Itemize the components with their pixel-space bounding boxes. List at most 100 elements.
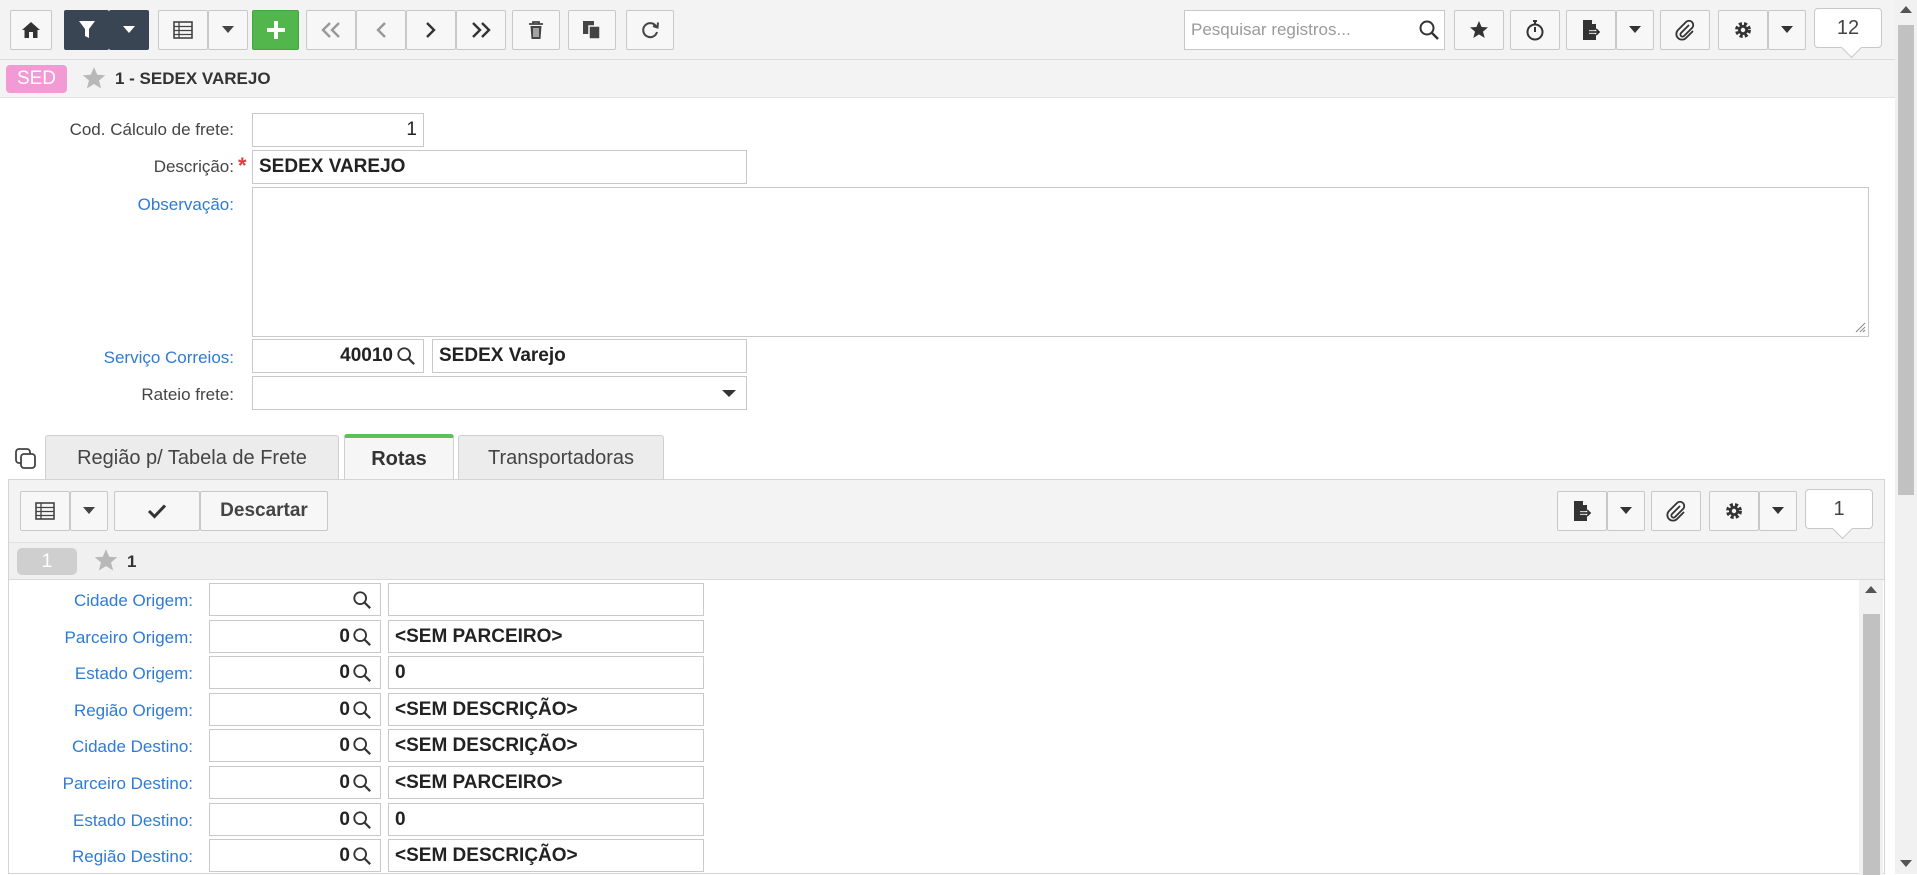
star-outline-icon[interactable] <box>81 66 107 91</box>
sub-desc-field: <SEM PARCEIRO> <box>388 766 704 799</box>
tab-regiao-tabela-frete[interactable]: Região p/ Tabela de Frete <box>45 435 339 480</box>
page-scrollbar[interactable] <box>1895 0 1917 874</box>
sub-settings-button[interactable] <box>1709 491 1759 531</box>
search-icon[interactable] <box>396 346 416 366</box>
rotas-panel: Descartar 1 1 1 Cidade Origem: Parceiro O… <box>8 479 1885 875</box>
grid-view-dropdown-button[interactable] <box>208 10 248 50</box>
filter-dropdown-button[interactable] <box>109 10 149 50</box>
sub-desc-field: <SEM DESCRIÇÃO> <box>388 693 704 726</box>
caret-down-icon <box>1772 507 1784 514</box>
sub-desc-field: <SEM DESCRIÇÃO> <box>388 729 704 762</box>
sub-field-label[interactable]: Cidade Origem: <box>33 591 193 611</box>
star-outline-icon[interactable] <box>93 548 119 573</box>
page-size-counter[interactable]: 12 <box>1814 8 1882 48</box>
page-scrollbar-thumb[interactable] <box>1898 25 1914 495</box>
sub-field-label[interactable]: Região Origem: <box>33 701 193 721</box>
search-icon[interactable] <box>352 810 372 835</box>
settings-button[interactable] <box>1718 10 1768 50</box>
file-export-icon <box>1583 20 1601 40</box>
home-button[interactable] <box>10 10 52 50</box>
settings-dropdown-button[interactable] <box>1768 10 1806 50</box>
search-icon[interactable] <box>352 627 372 652</box>
search-box <box>1184 10 1445 50</box>
check-icon <box>147 504 167 519</box>
sub-field-label[interactable]: Parceiro Origem: <box>33 628 193 648</box>
search-icon[interactable] <box>352 590 372 615</box>
page-size-value: 12 <box>1836 16 1860 39</box>
search-input[interactable] <box>1185 12 1418 48</box>
caret-down-icon <box>1781 26 1793 33</box>
sub-record-title: 1 <box>127 552 137 571</box>
observacao-label[interactable]: Observação: <box>20 195 234 215</box>
previous-record-button[interactable] <box>356 10 406 50</box>
sub-desc-field: <SEM PARCEIRO> <box>388 620 704 653</box>
caret-down-icon <box>722 390 736 397</box>
sub-export-dropdown-button[interactable] <box>1607 491 1645 531</box>
sub-scrollbar-thumb[interactable] <box>1863 614 1880 875</box>
sub-field-label[interactable]: Estado Destino: <box>33 811 193 831</box>
table-icon <box>35 502 55 520</box>
favorite-button[interactable] <box>1454 10 1504 50</box>
export-button[interactable] <box>1566 10 1616 50</box>
descricao-field[interactable]: SEDEX VAREJO <box>252 150 747 184</box>
sub-record-badge: 1 <box>17 548 77 575</box>
grid-view-button[interactable] <box>158 10 208 50</box>
search-icon[interactable] <box>352 663 372 688</box>
sub-export-button[interactable] <box>1557 491 1607 531</box>
tab-rotas[interactable]: Rotas <box>344 434 454 481</box>
detach-window-icon[interactable] <box>14 447 38 471</box>
attachment-button[interactable] <box>1660 10 1710 50</box>
timer-button[interactable] <box>1510 10 1560 50</box>
sub-attachment-button[interactable] <box>1651 491 1701 531</box>
sub-field-label[interactable]: Região Destino: <box>33 847 193 867</box>
observacao-textarea[interactable] <box>252 187 1869 337</box>
last-record-button[interactable] <box>456 10 506 50</box>
servico-correios-label[interactable]: Serviço Correios: <box>20 348 234 368</box>
record-title: 1 - SEDEX VAREJO <box>115 69 271 88</box>
search-icon[interactable] <box>352 846 372 871</box>
sub-grid-view-dropdown-button[interactable] <box>70 491 108 531</box>
search-icon[interactable] <box>1418 19 1440 41</box>
home-icon <box>22 22 40 38</box>
file-export-icon <box>1574 501 1592 521</box>
sub-desc-field: 0 <box>388 656 704 689</box>
confirm-button[interactable] <box>114 491 200 531</box>
scroll-up-arrow-icon[interactable] <box>1865 586 1877 594</box>
star-icon <box>1470 21 1488 38</box>
sub-settings-dropdown-button[interactable] <box>1759 491 1797 531</box>
sub-field-label[interactable]: Estado Origem: <box>33 664 193 684</box>
caret-down-icon <box>83 507 95 514</box>
first-record-button[interactable] <box>306 10 356 50</box>
cod-calculo-field[interactable]: 1 <box>252 113 424 147</box>
tab-transportadoras[interactable]: Transportadoras <box>458 435 664 480</box>
sub-field-label[interactable]: Parceiro Destino: <box>33 774 193 794</box>
plus-icon <box>266 21 285 39</box>
resize-handle-icon[interactable] <box>1854 321 1866 333</box>
gear-icon <box>1726 503 1742 519</box>
discard-button[interactable]: Descartar <box>200 491 328 531</box>
double-chevron-left-icon <box>321 22 340 38</box>
caret-down-icon <box>1629 26 1641 33</box>
filter-button[interactable] <box>64 10 109 50</box>
double-chevron-right-icon <box>472 22 491 38</box>
refresh-button[interactable] <box>626 10 674 50</box>
rateio-frete-select[interactable] <box>252 376 747 410</box>
duplicate-button[interactable] <box>568 10 616 50</box>
sub-field-label[interactable]: Cidade Destino: <box>33 737 193 757</box>
sub-page-size-counter[interactable]: 1 <box>1805 489 1873 529</box>
sub-scrollbar[interactable] <box>1859 580 1883 875</box>
descricao-label: Descrição: <box>153 157 234 176</box>
chevron-right-icon <box>426 22 436 38</box>
search-icon[interactable] <box>352 736 372 761</box>
export-dropdown-button[interactable] <box>1616 10 1654 50</box>
search-icon[interactable] <box>352 773 372 798</box>
stopwatch-icon <box>1526 20 1544 41</box>
search-icon[interactable] <box>352 700 372 725</box>
scroll-down-arrow-icon[interactable] <box>1900 860 1912 868</box>
delete-button[interactable] <box>512 10 560 50</box>
copy-icon <box>583 21 601 40</box>
add-record-button[interactable] <box>252 10 299 50</box>
sub-grid-view-button[interactable] <box>20 491 70 531</box>
next-record-button[interactable] <box>406 10 456 50</box>
scroll-up-arrow-icon[interactable] <box>1900 6 1912 14</box>
